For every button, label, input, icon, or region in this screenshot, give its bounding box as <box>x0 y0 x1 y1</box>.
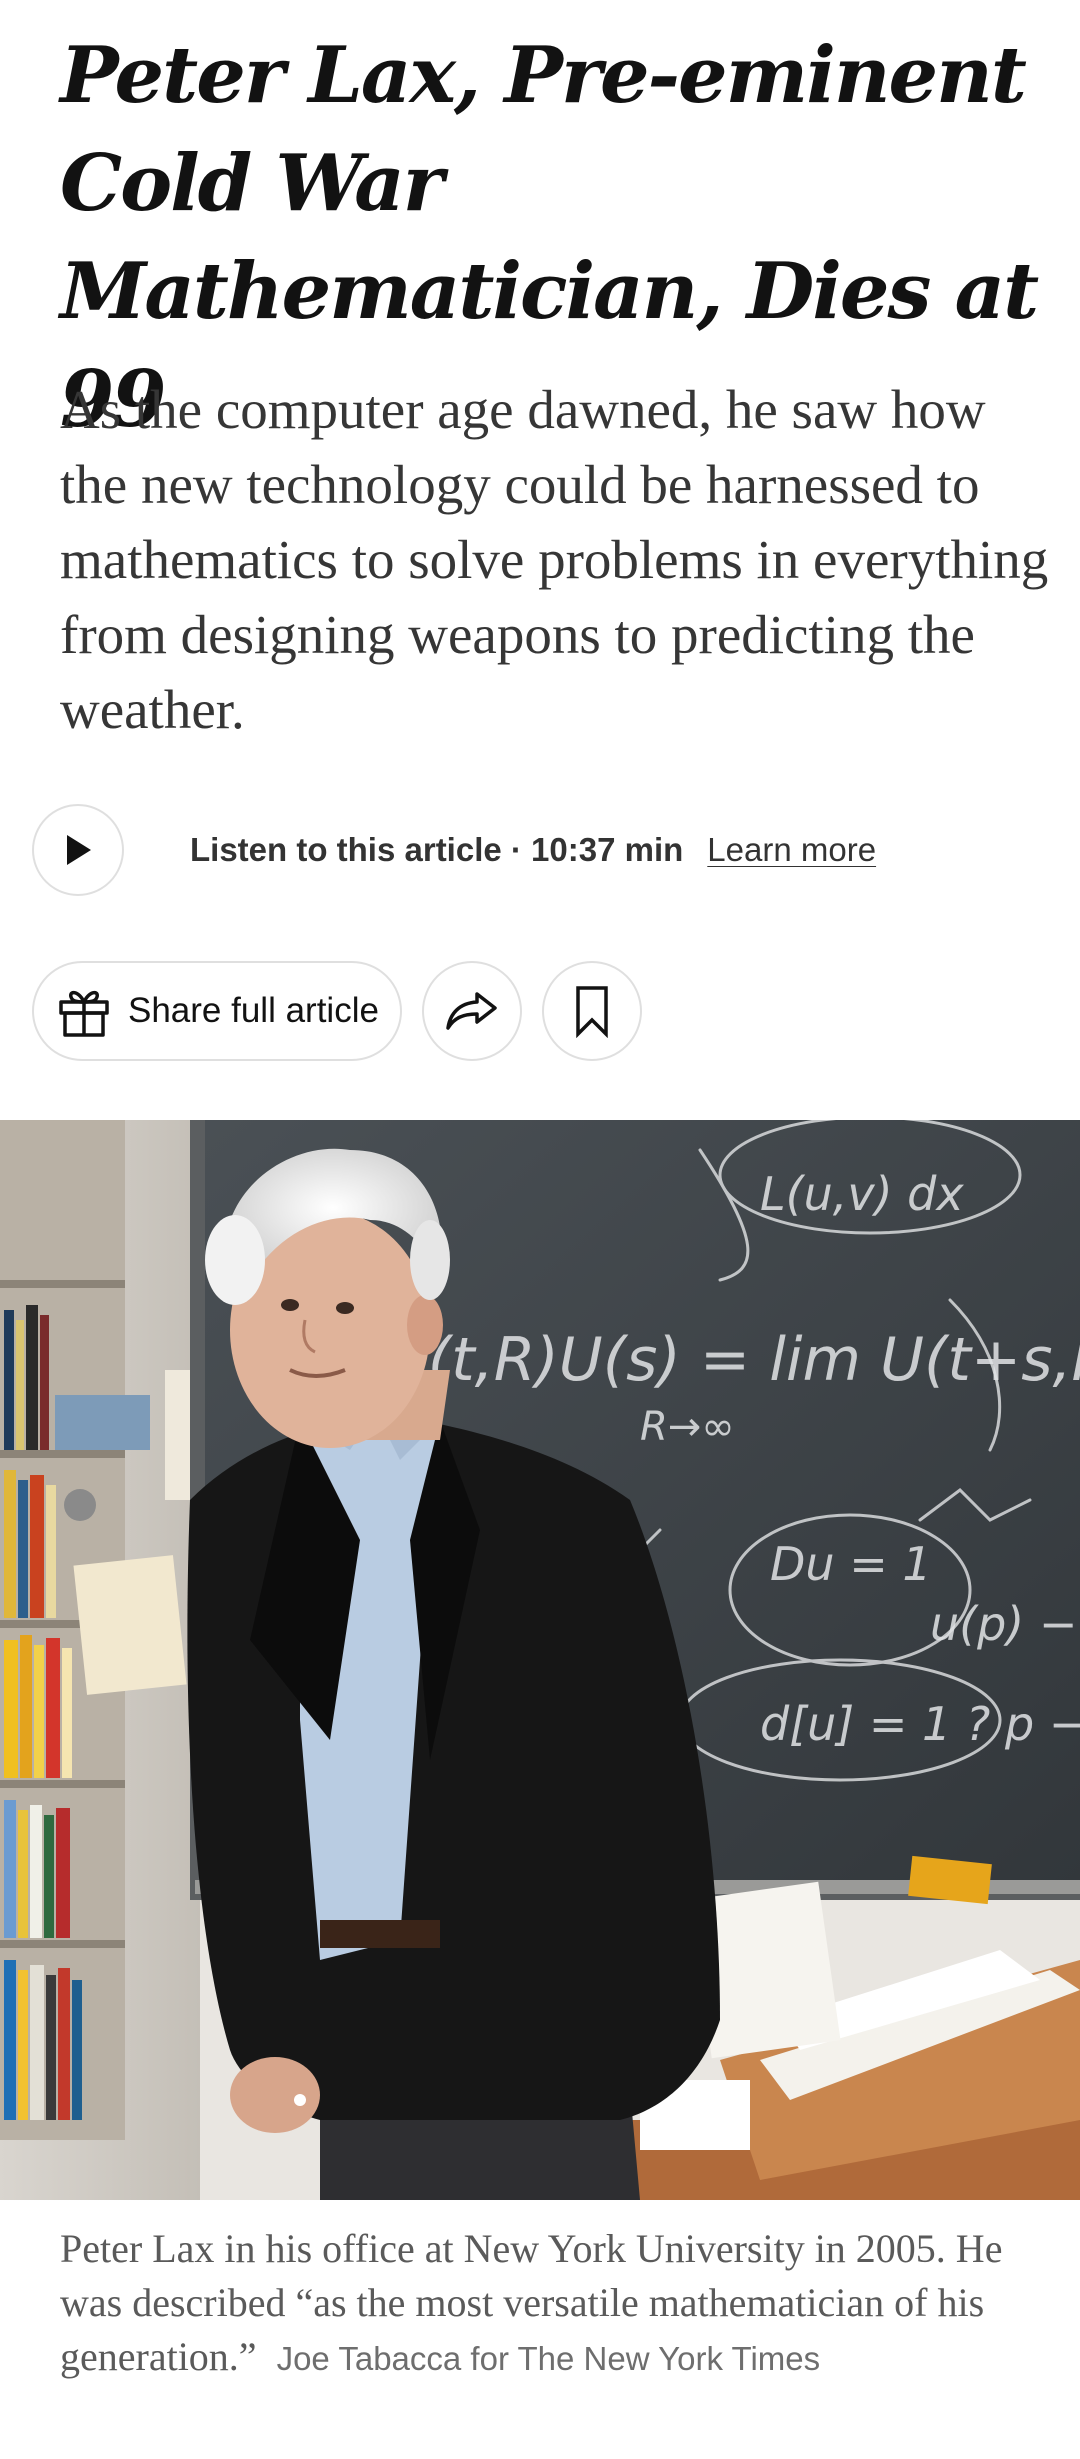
article-actions: Share full article <box>32 960 642 1062</box>
article-page: Peter Lax, Pre-eminent Cold War Mathemat… <box>0 0 1080 2459</box>
play-button[interactable] <box>32 804 124 896</box>
article-summary: As the computer age dawned, he saw how t… <box>60 379 1049 740</box>
share-arrow-icon <box>446 992 497 1030</box>
article-photo: J(t,R)U(s) = lim U(t+s,R) R→∞ Du = 1 u(p… <box>0 1120 1080 2200</box>
share-full-article-label: Share full article <box>128 991 379 1030</box>
chalk-equation-up: u(p) − <box>930 1597 1077 1651</box>
play-icon <box>67 835 91 865</box>
photo-credit: Joe Tabacca for The New York Times <box>276 2340 821 2377</box>
chalk-equation-top: L(u,v) dx <box>760 1167 964 1221</box>
chalk-equation-main: J(t,R)U(s) = lim U(t+s,R) <box>400 1325 1080 1395</box>
wall-postcard <box>55 1395 150 1450</box>
learn-more-link[interactable]: Learn more <box>707 831 876 869</box>
crayon-box <box>908 1855 992 1905</box>
pencil-sharpener <box>64 1489 96 1521</box>
listen-label: Listen to this article · 10:37 min <box>190 831 684 868</box>
bookmark-icon <box>576 986 608 1038</box>
listen-bar: Listen to this article · 10:37 min Learn… <box>32 802 1052 898</box>
share-button[interactable] <box>422 961 522 1061</box>
chalk-limit: R→∞ <box>640 1404 735 1450</box>
photo-caption: Peter Lax in his office at New York Univ… <box>60 2222 1050 2386</box>
chalk-equation-du: Du = 1 <box>770 1537 932 1591</box>
bookmark-button[interactable] <box>542 961 642 1061</box>
gift-icon <box>59 990 109 1037</box>
chalk-equation-d: d[u] = 1 ? p − <box>760 1697 1080 1751</box>
share-full-article-button[interactable]: Share full article <box>32 961 402 1061</box>
wall-flyer <box>73 1555 187 1695</box>
